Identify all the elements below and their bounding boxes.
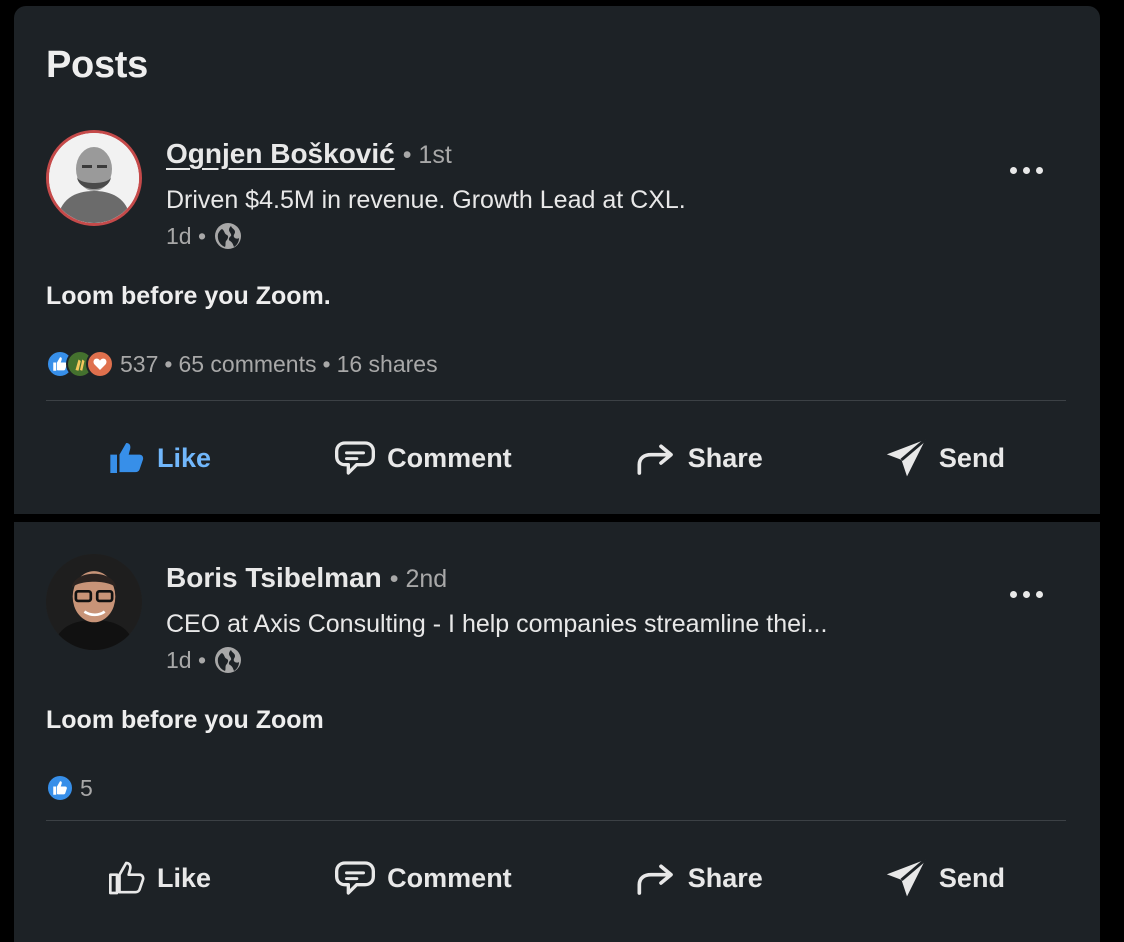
send-paper-plane-icon [886,438,927,477]
post-time: 1d • [166,646,207,673]
more-options-button[interactable] [998,152,1054,188]
reaction-count: 537 [120,350,159,377]
reaction-icons [46,774,74,802]
posts-feed: Posts Ognjen Bošković • 1st Driven $4.5M… [0,0,1124,942]
shares-count[interactable]: 16 shares [337,351,438,378]
social-counts[interactable]: 5 [46,774,93,802]
share-label: Share [687,442,763,473]
share-button[interactable]: Share [618,850,779,906]
send-paper-plane-icon [886,858,927,897]
like-reaction-icon [46,774,74,802]
author-name-link[interactable]: Ognjen Bošković [166,138,395,170]
comments-count[interactable]: 65 comments [178,351,316,378]
divider [46,820,1066,821]
like-outline-icon [109,861,145,895]
avatar[interactable] [46,130,142,226]
comment-label: Comment [387,862,512,893]
author-row: Boris Tsibelman • 2nd [166,562,447,594]
share-label: Share [687,862,763,893]
like-label: Like [157,862,212,893]
avatar-photo [49,133,139,223]
comment-icon [335,861,376,895]
author-headline: CEO at Axis Consulting - I help companie… [166,610,828,638]
divider [46,400,1066,401]
stats-separator: • [322,350,331,377]
more-icon [1009,590,1017,598]
share-button[interactable]: Share [618,430,779,486]
more-options-button[interactable] [998,576,1054,612]
share-arrow-icon [637,864,673,895]
post-text: Loom before you Zoom [46,706,324,734]
globe-icon [214,646,242,674]
author-headline: Driven $4.5M in revenue. Growth Lead at … [166,186,686,214]
like-label: Like [157,442,212,473]
share-arrow-icon [637,444,673,475]
send-button[interactable]: Send [869,428,1021,488]
send-label: Send [938,862,1005,893]
like-filled-icon [110,443,144,473]
connection-degree: • 1st [402,141,452,169]
comment-button[interactable]: Comment [317,430,528,486]
author-name-link[interactable]: Boris Tsibelman [166,562,382,594]
post-time: 1d • [166,222,207,249]
comment-label: Comment [387,442,512,473]
section-title: Posts [46,44,148,86]
send-button[interactable]: Send [869,848,1021,908]
avatar[interactable] [46,554,142,650]
post-actions: Like Comment Share Send [46,848,1066,908]
post-meta: 1d • [166,646,242,674]
send-label: Send [938,442,1005,473]
reaction-count: 5 [80,774,93,801]
post-card: Posts Ognjen Bošković • 1st Driven $4.5M… [14,6,1100,514]
avatar-photo [46,554,142,650]
more-icon [1009,166,1017,174]
love-reaction-icon [86,350,114,378]
connection-degree: • 2nd [389,565,448,593]
post-text: Loom before you Zoom. [46,282,331,310]
comment-button[interactable]: Comment [317,850,528,906]
comment-icon [335,441,376,475]
author-row: Ognjen Bošković • 1st [166,138,452,170]
like-button[interactable]: Like [91,850,227,906]
post-meta: 1d • [166,222,242,250]
stats-separator: • [164,350,173,377]
post-card: Boris Tsibelman • 2nd CEO at Axis Consul… [14,522,1100,942]
globe-icon [214,222,242,250]
reaction-icons [46,350,114,378]
post-actions: Like Comment Share Send [46,428,1066,488]
social-counts[interactable]: 537 • 65 comments • 16 shares [46,350,438,378]
like-button[interactable]: Like [91,430,227,486]
